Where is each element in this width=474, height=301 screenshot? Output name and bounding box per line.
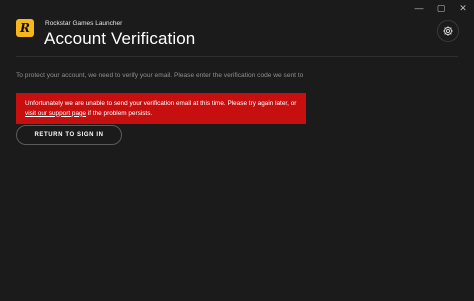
app-name: Rockstar Games Launcher bbox=[45, 20, 123, 27]
return-to-sign-in-button[interactable]: RETURN TO SIGN IN bbox=[16, 125, 122, 145]
logo-letter: R bbox=[20, 21, 30, 35]
error-text-before-link: Unfortunately we are unable to send your… bbox=[25, 100, 297, 107]
settings-button[interactable] bbox=[437, 20, 459, 42]
page-title: Account Verification bbox=[44, 29, 196, 48]
close-button[interactable]: ✕ bbox=[452, 0, 474, 16]
intro-text: To protect your account, we need to veri… bbox=[16, 72, 304, 79]
gear-icon bbox=[443, 26, 453, 36]
window-titlebar: — ▢ ✕ bbox=[408, 0, 474, 16]
error-message: Unfortunately we are unable to send your… bbox=[16, 93, 306, 124]
minimize-button[interactable]: — bbox=[408, 0, 430, 16]
support-page-link[interactable]: visit our support page bbox=[25, 110, 86, 117]
header-divider bbox=[16, 56, 458, 57]
rockstar-logo: R bbox=[16, 19, 34, 37]
error-text-after-link: if the problem persists. bbox=[86, 109, 153, 117]
maximize-button[interactable]: ▢ bbox=[430, 0, 452, 16]
